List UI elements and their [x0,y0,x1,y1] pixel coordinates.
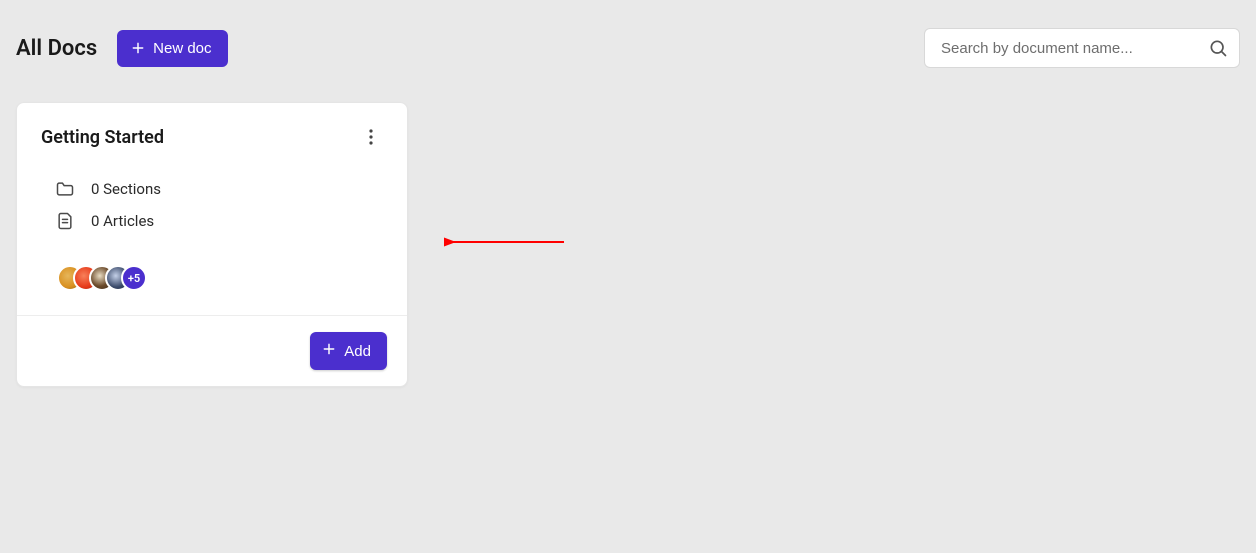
dots-vertical-icon [369,129,373,145]
doc-title[interactable]: Getting Started [41,127,164,148]
doc-card: Getting Started [16,102,408,387]
plus-icon [322,342,336,360]
add-label: Add [344,343,371,360]
plus-icon [131,41,145,55]
avatar-overflow: +5 [121,265,147,291]
add-button[interactable]: Add [310,332,387,370]
new-doc-button[interactable]: New doc [117,30,227,67]
sections-label: 0 Sections [91,180,161,198]
doc-cards: Getting Started [16,102,1240,387]
card-body: Getting Started [17,103,407,315]
card-footer: Add [17,315,407,386]
card-stats: 0 Sections 0 Articles [41,179,383,231]
articles-row: 0 Articles [55,211,383,231]
search-wrap [924,28,1240,68]
card-more-button[interactable] [359,125,383,149]
new-doc-label: New doc [153,40,211,57]
page-header: All Docs New doc [16,28,1240,68]
file-text-icon [55,211,75,231]
page-title: All Docs [16,36,97,61]
card-head: Getting Started [41,125,383,149]
header-left: All Docs New doc [16,30,228,67]
folder-icon [55,179,75,199]
search-input[interactable] [924,28,1240,68]
search-icon [1208,38,1228,58]
articles-label: 0 Articles [91,212,154,230]
avatar-stack[interactable]: +5 [41,265,383,291]
sections-row: 0 Sections [55,179,383,199]
